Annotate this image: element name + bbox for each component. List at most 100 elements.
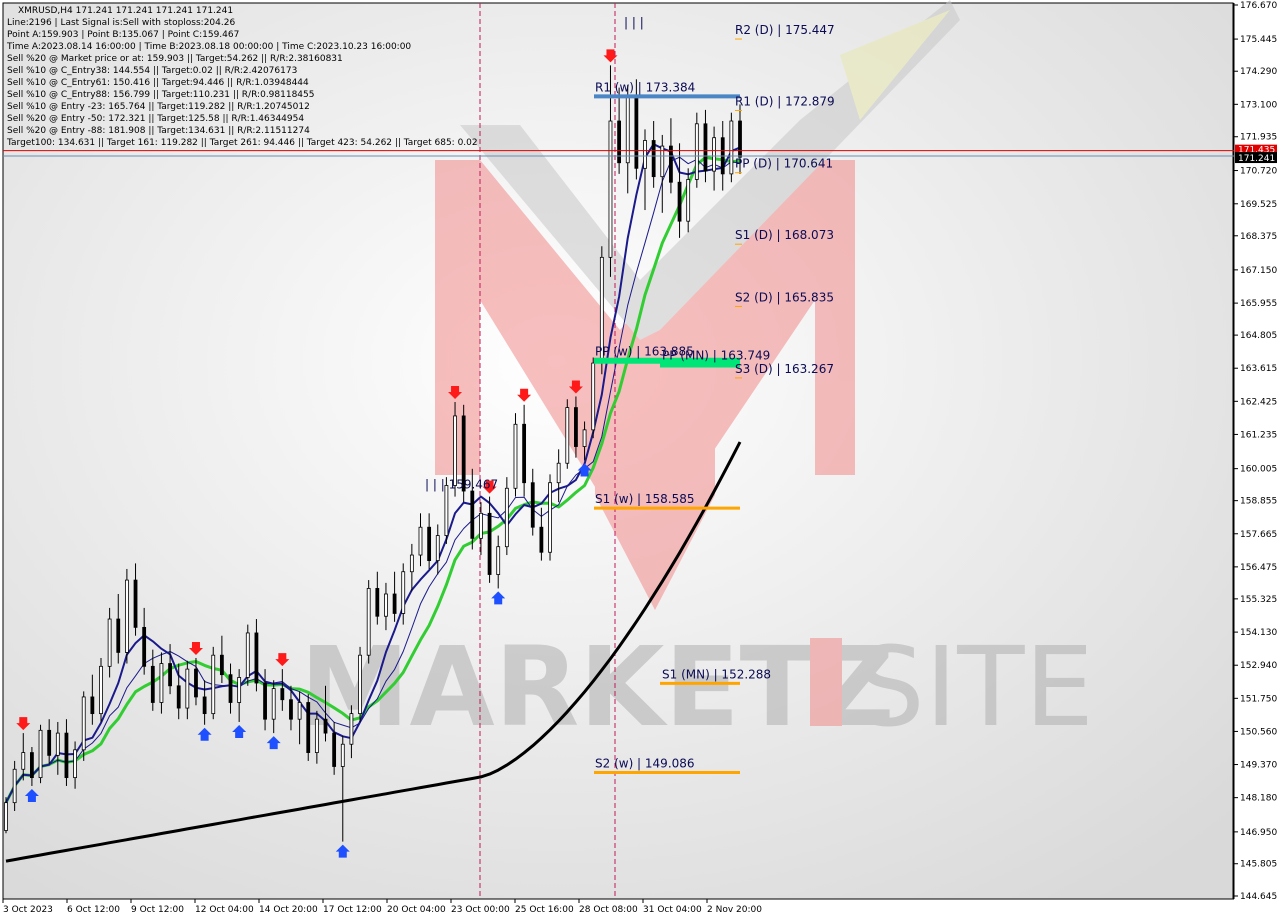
info-symbol-line: XMRUSD,H4 171.241 171.241 171.241 171.24… xyxy=(18,6,233,16)
y-tick-label: 176.670 xyxy=(1240,1,1277,11)
candle-body xyxy=(99,665,103,715)
point-c-annotation: | | | 159.467 xyxy=(425,478,498,492)
candle-body xyxy=(271,688,276,720)
x-tick-label: 31 Oct 04:00 xyxy=(643,905,702,915)
price-chart[interactable]: MARKETZ SITE XMRUSD,H4 171.241 171.241 1… xyxy=(0,0,1280,920)
candle-body xyxy=(358,654,362,715)
candle-body xyxy=(453,415,457,486)
candle-body xyxy=(582,429,587,447)
candle-body xyxy=(323,718,328,734)
candle-body xyxy=(496,546,501,575)
candle-body xyxy=(289,699,293,720)
candle-body xyxy=(548,482,552,553)
candle-body xyxy=(73,749,77,779)
candle-body xyxy=(314,718,319,753)
candle-body xyxy=(729,120,734,175)
candle-body xyxy=(530,482,535,528)
candle-body xyxy=(124,579,129,653)
y-tick-label: 168.375 xyxy=(1240,232,1277,242)
info-line: Sell %20 @ Entry -50: 172.321 || Target:… xyxy=(7,114,304,124)
y-tick-label: 162.425 xyxy=(1240,397,1277,407)
candle-body xyxy=(608,120,613,258)
candle-body xyxy=(539,526,544,553)
candle-body xyxy=(21,752,26,770)
candle-body xyxy=(669,145,673,183)
candle-body xyxy=(47,729,52,756)
candle-body xyxy=(634,95,639,169)
x-tick-label: 23 Oct 00:00 xyxy=(451,905,510,915)
candle-body xyxy=(384,593,388,617)
candle-body xyxy=(168,663,172,687)
pivot-label: R2 (D) | 175.447 xyxy=(735,23,835,37)
info-line: Target100: 134.631 || Target 161: 119.28… xyxy=(6,138,478,148)
candle-body xyxy=(694,123,699,180)
candle-body xyxy=(349,713,354,745)
candle-body xyxy=(427,526,432,562)
x-tick-label: 20 Oct 04:00 xyxy=(387,905,446,915)
y-tick-label: 171.935 xyxy=(1240,133,1277,143)
watermark-text-b: SITE xyxy=(855,623,1094,751)
x-tick-label: 14 Oct 20:00 xyxy=(259,905,318,915)
candle-body xyxy=(392,593,397,614)
candle-body xyxy=(4,802,8,831)
y-tick-label: 146.950 xyxy=(1240,828,1277,838)
pivot-label: R1 (D) | 172.879 xyxy=(735,94,835,108)
x-tick-label: 9 Oct 12:00 xyxy=(131,905,184,915)
y-tick-label: 160.005 xyxy=(1240,465,1277,475)
candle-body xyxy=(625,95,630,164)
price-tag-last-text: 171.241 xyxy=(1238,154,1275,164)
watermark-bar xyxy=(810,638,842,726)
candle-body xyxy=(513,423,518,489)
candle-body xyxy=(418,526,423,556)
y-tick-label: 161.235 xyxy=(1240,430,1277,440)
candle-body xyxy=(703,123,708,172)
candle-body xyxy=(150,665,155,703)
y-tick-label: 156.475 xyxy=(1240,563,1277,573)
candle-body xyxy=(565,407,570,464)
info-line: Sell %10 @ C_Entry88: 156.799 || Target:… xyxy=(7,90,315,100)
info-line: Point A:159.903 | Point B:135.067 | Poin… xyxy=(7,30,239,40)
candle-body xyxy=(738,120,742,158)
y-tick-label: 167.150 xyxy=(1240,266,1277,276)
pivot-label: S3 (D) | 163.267 xyxy=(735,362,834,376)
candle-body xyxy=(332,732,337,767)
candle-body xyxy=(591,362,596,431)
y-tick-label: 170.720 xyxy=(1240,167,1277,177)
info-line: Sell %20 @ Market price or at: 159.903 |… xyxy=(7,54,343,64)
x-tick-label: 12 Oct 04:00 xyxy=(195,905,254,915)
info-line: Time A:2023.08.14 16:00:00 | Time B:2023… xyxy=(6,42,411,52)
pivot-label: S2 (D) | 165.835 xyxy=(735,290,834,304)
candle-body xyxy=(556,462,561,484)
candle-body xyxy=(375,588,380,617)
candle-body xyxy=(401,571,406,614)
pivot-label: S1 (D) | 168.073 xyxy=(735,228,834,242)
candle-body xyxy=(504,487,509,548)
y-tick-label: 151.750 xyxy=(1240,694,1277,704)
y-tick-label: 157.665 xyxy=(1240,530,1277,540)
candle-body xyxy=(574,407,578,447)
candle-body xyxy=(435,535,440,562)
candle-body xyxy=(444,485,449,536)
pivot-label: S1 (MN) | 152.288 xyxy=(662,667,771,681)
y-tick-label: 173.100 xyxy=(1240,100,1277,110)
y-tick-label: 148.180 xyxy=(1240,794,1277,804)
y-tick-label: 145.805 xyxy=(1240,860,1277,870)
candle-body xyxy=(211,654,216,715)
candle-body xyxy=(202,696,207,715)
y-tick-label: 154.130 xyxy=(1240,628,1277,638)
x-tick-label: 2 Nov 20:00 xyxy=(707,905,762,915)
y-tick-label: 169.525 xyxy=(1240,200,1277,210)
candle-body xyxy=(133,579,138,628)
candle-body xyxy=(686,179,691,222)
x-tick-label: 17 Oct 12:00 xyxy=(323,905,382,915)
candle-body xyxy=(219,654,224,676)
candle-body xyxy=(107,618,112,667)
x-tick-label: 25 Oct 16:00 xyxy=(515,905,574,915)
candle-body xyxy=(651,140,656,178)
candle-body xyxy=(470,490,475,539)
candle-body xyxy=(116,618,121,653)
candle-body xyxy=(38,729,43,779)
candle-body xyxy=(237,677,242,703)
y-tick-label: 158.855 xyxy=(1240,497,1277,507)
candle-body xyxy=(677,181,682,222)
